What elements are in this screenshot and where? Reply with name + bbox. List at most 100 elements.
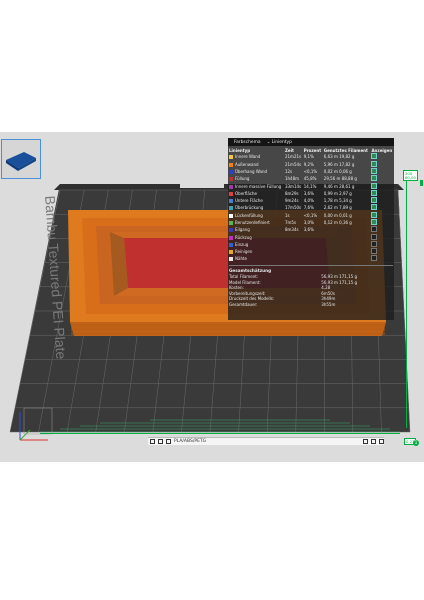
col-header-filament: Genutztes Filament — [323, 147, 368, 153]
show-checkbox[interactable] — [371, 248, 378, 255]
line-type-swatch — [229, 213, 233, 218]
legend-row: Überbrückung 17m50s 7,6% 2,62 m 7,89 g — [228, 204, 394, 211]
show-checkbox[interactable] — [371, 167, 378, 174]
line-type-filament: 29,56 m 88,88 g — [323, 176, 357, 182]
line-type-swatch — [229, 257, 233, 262]
line-type-percent — [303, 233, 323, 240]
line-type-time: 8m34s — [284, 227, 299, 233]
legend-row: Überhang Wand 12s <0,1% 0,02 m 0,06 g — [228, 167, 394, 175]
line-type-percent — [303, 241, 323, 248]
move-slider[interactable] — [40, 433, 400, 434]
camera-icon[interactable] — [379, 439, 384, 444]
bottom-toolbar: PLA/ABS/PETG — [148, 437, 384, 445]
filament-type-label: PLA/ABS/PETG — [174, 439, 207, 444]
layer-slider[interactable] — [403, 176, 410, 432]
summary-table: Total Filament: 56,93 m 171,15 g Model Fil… — [228, 274, 394, 308]
show-checkbox[interactable] — [371, 204, 378, 211]
line-type-percent: <0,1% — [303, 168, 318, 174]
summary-row: Gesamtdauer: 3h55m — [228, 302, 394, 308]
layers-icon[interactable] — [150, 439, 155, 444]
show-checkbox[interactable] — [371, 160, 378, 167]
legend-row: Benutzerdefiniert 7m5s 3,0% 0,12 m 0,36 g — [228, 219, 394, 226]
line-type-percent: 9,2% — [303, 161, 314, 167]
legend-row: Reinigen — [228, 248, 394, 255]
linetype-dropdown[interactable]: ⌄ Linientyp — [267, 140, 292, 145]
layer-slider-track[interactable] — [406, 180, 408, 428]
line-type-percent: 9,1% — [303, 154, 314, 160]
line-type-filament — [323, 226, 371, 233]
line-type-time — [284, 233, 303, 240]
layer-slider-bottom-handle[interactable]: 1 — [413, 440, 419, 446]
line-type-swatch — [229, 199, 233, 204]
legend-row: Untere Fläche 9m24s 4,0% 1,78 m 5,34 g — [228, 197, 394, 204]
grid-icon[interactable] — [158, 439, 163, 444]
line-type-time: 9m24s — [284, 198, 299, 204]
line-type-swatch — [229, 235, 233, 240]
line-type-name: Untere Fläche — [235, 198, 263, 204]
summary-value: 3h55m — [321, 301, 336, 307]
line-type-name: Reinigen — [235, 249, 253, 255]
line-type-name: Nähte — [235, 256, 248, 262]
line-type-percent: 3,6% — [303, 227, 314, 233]
filament-icon[interactable] — [166, 439, 171, 444]
view-icon[interactable] — [363, 439, 368, 444]
show-checkbox[interactable] — [371, 233, 378, 240]
show-checkbox[interactable] — [371, 189, 378, 196]
line-type-time: 17m50s — [284, 205, 302, 211]
show-checkbox[interactable] — [371, 226, 378, 233]
line-type-swatch — [229, 250, 233, 255]
line-type-swatch — [229, 206, 233, 211]
settings-icon[interactable] — [371, 439, 376, 444]
line-type-filament — [323, 248, 371, 255]
show-checkbox[interactable] — [371, 240, 378, 247]
line-type-percent: 4,0% — [303, 198, 314, 204]
line-type-swatch — [229, 242, 233, 247]
line-type-filament — [323, 255, 371, 262]
legend-row: Eilgang 8m34s 3,6% — [228, 226, 394, 233]
line-type-time: 1h48m — [284, 176, 300, 182]
model-thumbnail-icon — [6, 152, 36, 171]
line-type-time: 1s — [284, 212, 290, 218]
tab-color-scheme[interactable]: Farbschema — [234, 140, 261, 145]
line-type-swatch — [229, 177, 233, 182]
line-type-filament: 0,99 m 2,97 g — [323, 190, 352, 196]
legend-row: Außenwand 21m54s 9,2% 5,96 m 17,82 g — [228, 160, 394, 167]
legend-row: Innere Wand 21m21s 9,1% 6,63 m 19,82 g — [228, 153, 394, 160]
line-type-filament: 0,12 m 0,36 g — [323, 220, 352, 225]
show-checkbox[interactable] — [371, 211, 378, 218]
show-checkbox[interactable] — [371, 175, 378, 182]
plate-thumbnail[interactable] — [1, 139, 41, 179]
layer-slider-top-handle[interactable] — [420, 180, 423, 186]
line-type-time: 12s — [284, 168, 293, 174]
show-checkbox[interactable] — [371, 219, 378, 225]
line-type-name: Benutzerdefiniert — [235, 220, 270, 225]
line-type-time — [284, 241, 303, 248]
line-type-filament: 6,63 m 19,82 g — [323, 154, 355, 160]
line-type-filament: 9,46 m 28,61 g — [323, 183, 355, 189]
line-type-percent — [303, 248, 323, 255]
line-type-swatch — [229, 184, 233, 189]
show-checkbox[interactable] — [371, 255, 378, 262]
line-type-time — [284, 255, 303, 262]
summary-title: Gesamtschätzung — [229, 264, 393, 273]
legend-row: Oberfläche 8m29s 3,6% 0,99 m 2,97 g — [228, 189, 394, 197]
line-type-time — [284, 248, 303, 255]
line-type-name: Füllung — [235, 176, 250, 182]
show-checkbox[interactable] — [371, 182, 378, 189]
line-type-name: Rückzug — [235, 234, 252, 240]
line-type-filament: 1,78 m 5,34 g — [323, 198, 352, 204]
line-type-percent: <0,1% — [303, 212, 318, 218]
legend-row: Füllung 1h48m 45,8% 29,56 m 88,88 g — [228, 175, 394, 182]
legend-row: Lückenfüllung 1s <0,1% 0,00 m 0,01 g — [228, 211, 394, 219]
show-checkbox[interactable] — [371, 153, 378, 160]
summary-label: Gesamtdauer: — [229, 301, 258, 307]
line-type-percent: 3,6% — [303, 190, 314, 196]
col-header-percent: Prozent — [303, 147, 322, 153]
line-type-swatch — [229, 162, 233, 167]
line-type-name: Innere Wand — [235, 154, 261, 160]
line-type-name: Eilgang — [235, 227, 250, 233]
show-checkbox[interactable] — [371, 197, 378, 204]
line-type-swatch — [229, 169, 233, 174]
legend-row: Nähte — [228, 255, 394, 262]
line-type-filament — [323, 241, 371, 248]
